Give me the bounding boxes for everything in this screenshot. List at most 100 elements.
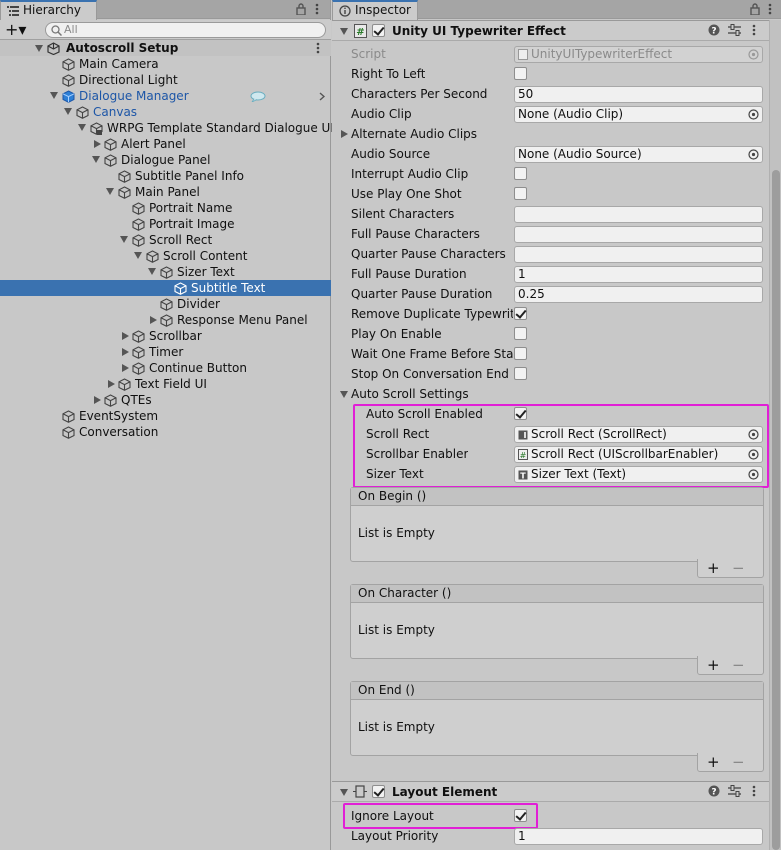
remove-listener-button[interactable]: − [732,656,745,674]
component-enabled-checkbox[interactable] [372,24,385,37]
foldout-icon[interactable] [134,252,142,259]
tree-item-timer[interactable]: Timer [0,344,331,360]
lock-icon[interactable] [296,3,306,15]
foldout-icon[interactable] [108,380,115,388]
add-listener-button[interactable]: + [707,559,720,577]
remove-listener-button[interactable]: − [732,559,745,577]
presets-icon[interactable] [728,785,741,797]
remove-listener-button[interactable]: − [732,753,745,771]
silent-chars-input[interactable] [514,206,763,223]
presets-icon[interactable] [728,24,741,36]
play-one-shot-checkbox[interactable] [514,187,527,200]
foldout-icon[interactable] [50,92,58,99]
component-menu-icon[interactable] [752,785,756,797]
add-listener-button[interactable]: + [707,753,720,771]
tree-item-canvas[interactable]: Canvas [0,104,331,120]
tree-item-dialogue-panel[interactable]: Dialogue Panel [0,152,331,168]
interrupt-audio-checkbox[interactable] [514,167,527,180]
object-picker-icon[interactable] [748,109,759,120]
inspector-scrollbar[interactable] [769,20,781,850]
tree-item-wrpg-template[interactable]: WRPG Template Standard Dialogue UI [0,120,334,136]
foldout-icon[interactable] [150,316,157,324]
tree-item-portrait-name[interactable]: Portrait Name [0,200,331,216]
foldout-icon[interactable] [340,789,348,796]
help-icon[interactable]: ? [708,24,720,36]
foldout-icon[interactable] [340,391,348,398]
scrollbar-thumb[interactable] [772,170,780,850]
kebab-menu-icon[interactable] [768,3,772,15]
tree-item-response-menu-panel[interactable]: Response Menu Panel [0,312,331,328]
component-header-typewriter[interactable]: # Unity UI Typewriter Effect ? [332,20,769,41]
tree-item-portrait-image[interactable]: Portrait Image [0,216,331,232]
tree-item-eventsystem[interactable]: EventSystem [0,408,331,424]
component-enabled-checkbox[interactable] [372,785,385,798]
search-input[interactable]: All [45,22,326,38]
tree-item-alert-panel[interactable]: Alert Panel [0,136,331,152]
foldout-icon[interactable] [120,236,128,243]
chars-per-second-input[interactable]: 50 [514,86,763,103]
tree-item-dialogue-manager[interactable]: Dialogue Manager [0,88,331,104]
audio-clip-field[interactable]: None (Audio Clip) [514,106,763,123]
tree-item-scroll-rect[interactable]: Scroll Rect [0,232,331,248]
foldout-icon[interactable] [64,108,72,115]
tree-item-scroll-content[interactable]: Scroll Content [0,248,331,264]
foldout-icon[interactable] [148,268,156,275]
create-button[interactable]: +▾ [5,22,33,38]
foldout-icon[interactable] [122,348,129,356]
foldout-icon[interactable] [122,332,129,340]
audio-source-field[interactable]: None (Audio Source) [514,146,763,163]
play-on-enable-checkbox[interactable] [514,327,527,340]
full-pause-chars-input[interactable] [514,226,763,243]
prop-alternate-audio-clips-label[interactable]: Alternate Audio Clips [351,126,477,142]
tree-item-scrollbar[interactable]: Scrollbar [0,328,331,344]
auto-scroll-settings-foldout[interactable]: Auto Scroll Settings [351,386,469,402]
tree-item-conversation[interactable]: Conversation [0,424,331,440]
tree-item-label: Continue Button [149,361,247,375]
tree-item-qtes[interactable]: QTEs [0,392,331,408]
tree-item-main-camera[interactable]: Main Camera [0,56,331,72]
foldout-icon[interactable] [340,28,348,35]
quarter-pause-chars-input[interactable] [514,246,763,263]
component-header-layout-element[interactable]: Layout Element ? [332,781,769,802]
tree-item-sizer-text[interactable]: Sizer Text [0,264,331,280]
foldout-right-icon[interactable] [341,130,348,138]
tree-item-main-panel[interactable]: Main Panel [0,184,331,200]
scene-menu-icon[interactable] [316,42,320,54]
tab-inspector[interactable]: Inspector [332,0,418,20]
help-icon[interactable]: ? [708,785,720,797]
wait-one-frame-checkbox[interactable] [514,347,527,360]
event-add-remove: + − [697,559,764,578]
foldout-icon[interactable] [122,364,129,372]
kebab-menu-icon[interactable] [315,3,319,15]
quarter-pause-duration-input[interactable]: 0.25 [514,286,763,303]
tree-item-subtitle-text[interactable]: Subtitle Text [0,280,331,296]
remove-duplicate-checkbox[interactable] [514,307,527,320]
foldout-icon[interactable] [78,124,86,131]
object-picker-icon[interactable] [748,149,759,160]
right-to-left-checkbox[interactable] [514,67,527,80]
tree-item-directional-light[interactable]: Directional Light [0,72,331,88]
layout-priority-input[interactable]: 1 [514,828,763,845]
foldout-icon[interactable] [35,45,43,52]
audio-source-value: None (Audio Source) [518,147,642,161]
component-menu-icon[interactable] [752,24,756,36]
tab-hierarchy-label: Hierarchy [23,3,82,17]
event-add-remove: + − [697,656,764,675]
foldout-icon[interactable] [94,396,101,404]
stop-on-end-checkbox[interactable] [514,367,527,380]
lock-icon[interactable] [750,3,760,15]
tree-item-divider[interactable]: Divider [0,296,331,312]
foldout-icon[interactable] [92,156,100,163]
tree-item-text-field-ui[interactable]: Text Field UI [0,376,331,392]
full-pause-duration-input[interactable]: 1 [514,266,763,283]
tree-item-subtitle-panel-info[interactable]: Subtitle Panel Info [0,168,331,184]
scene-row[interactable]: Autoscroll Setup [0,40,331,56]
chevron-right-icon[interactable] [319,92,325,101]
tree-item-continue-button[interactable]: Continue Button [0,360,331,376]
foldout-icon[interactable] [106,188,114,195]
add-listener-button[interactable]: + [707,656,720,674]
list-icon [7,5,19,17]
tab-hierarchy[interactable]: Hierarchy [0,0,97,20]
svg-text:?: ? [711,788,716,798]
foldout-icon[interactable] [94,140,101,148]
